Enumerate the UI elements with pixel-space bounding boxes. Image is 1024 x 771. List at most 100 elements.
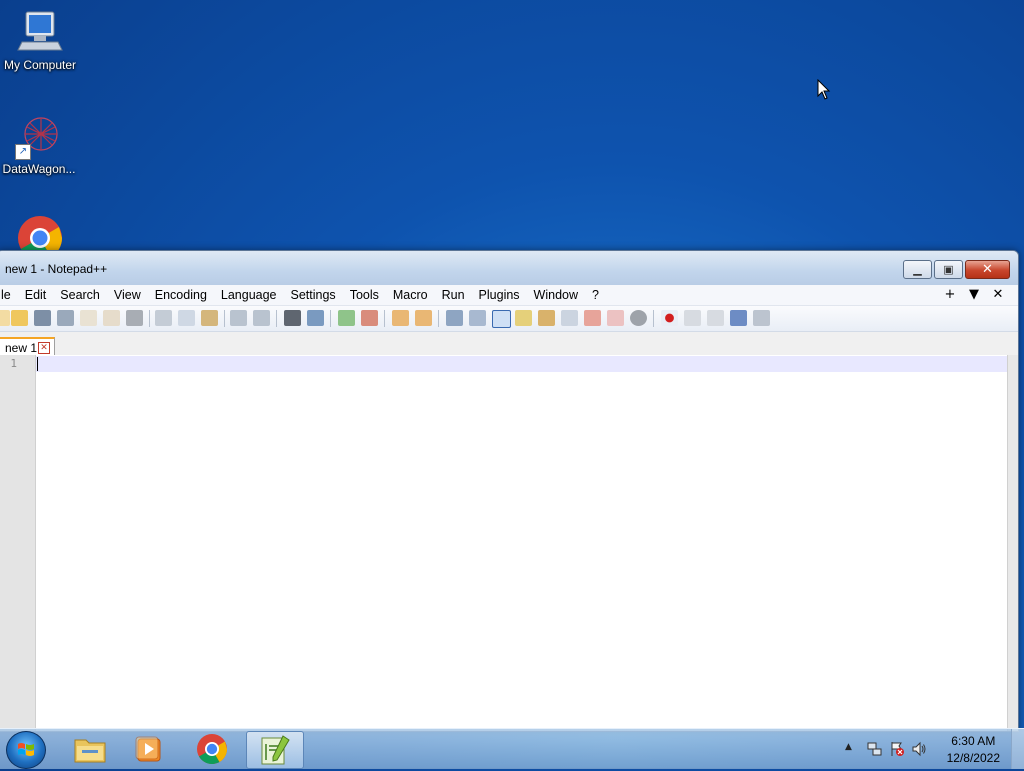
folder-workspace-icon[interactable] [607, 310, 624, 326]
menu-view[interactable]: View [107, 287, 148, 304]
sync-vertical-icon[interactable] [392, 310, 409, 326]
shortcut-arrow-icon: ↗ [15, 144, 31, 160]
stop-macro-icon[interactable] [684, 310, 701, 326]
mouse-cursor [817, 78, 831, 100]
text-editor[interactable]: 1 [0, 355, 1008, 731]
menu-tools[interactable]: Tools [343, 287, 386, 304]
cut-icon[interactable] [155, 310, 172, 326]
tab-list-button[interactable]: ▼ [962, 286, 986, 304]
save-all-icon[interactable] [57, 310, 74, 326]
save-macro-icon[interactable] [753, 310, 770, 326]
notepadpp-window: new 1 - Notepad++ ▁ ▣ ✕ le Edit Search V… [0, 250, 1019, 732]
menu-macro[interactable]: Macro [386, 287, 435, 304]
copy-icon[interactable] [178, 310, 195, 326]
toolbar-separator [149, 310, 150, 327]
zoom-out-icon[interactable] [361, 310, 378, 326]
line-number: 1 [10, 357, 17, 370]
taskbar-file-explorer[interactable] [62, 731, 118, 767]
menu-encoding[interactable]: Encoding [148, 287, 214, 304]
desktop-icon-my-computer[interactable]: My Computer [0, 8, 80, 72]
taskbar-notepadpp[interactable] [246, 731, 304, 769]
taskbar-chrome[interactable] [184, 731, 240, 767]
show-all-chars-icon[interactable] [469, 310, 486, 326]
windows-logo-icon [18, 743, 34, 756]
toolbar [0, 306, 1018, 332]
find-icon[interactable] [284, 310, 301, 326]
menu-run[interactable]: Run [435, 287, 472, 304]
redo-icon[interactable] [253, 310, 270, 326]
show-desktop-button[interactable] [1011, 729, 1024, 769]
open-file-icon[interactable] [11, 310, 28, 326]
doc-map-icon[interactable] [538, 310, 555, 326]
chrome-icon [197, 734, 227, 765]
indent-guide-icon[interactable] [492, 310, 511, 328]
restore-icon: ▣ [943, 263, 954, 276]
menu-help[interactable]: ? [585, 287, 606, 304]
print-icon[interactable] [126, 310, 143, 326]
minimize-button[interactable]: ▁ [903, 260, 932, 279]
close-doc-button[interactable]: ✕ [986, 286, 1010, 304]
taskbar: ▲ 6:30 AM 12/8/2022 [0, 728, 1024, 769]
tab-bar: new 1 ✕ [0, 332, 1018, 358]
menu-window[interactable]: Window [527, 287, 585, 304]
udl-icon[interactable] [515, 310, 532, 326]
clock-time: 6:30 AM [951, 734, 996, 748]
run-macro-multiple-icon[interactable] [730, 310, 747, 326]
window-titlebar[interactable]: new 1 - Notepad++ ▁ ▣ ✕ [0, 251, 1018, 285]
menu-language[interactable]: Language [214, 287, 284, 304]
menu-settings[interactable]: Settings [284, 287, 343, 304]
toolbar-separator [384, 310, 385, 327]
datawagon-icon: ↗ [15, 112, 63, 160]
menu-plugins[interactable]: Plugins [472, 287, 527, 304]
desktop-icon-label: DataWagon... [2, 162, 76, 176]
taskbar-media-player[interactable] [122, 731, 178, 767]
save-icon[interactable] [34, 310, 51, 326]
folder-icon [74, 739, 106, 763]
desktop-icon-label: My Computer [3, 58, 77, 72]
menu-file[interactable]: le [0, 287, 18, 304]
close-icon: ✕ [982, 262, 993, 277]
action-center-flag-icon[interactable] [889, 741, 905, 757]
add-tab-button[interactable]: + [938, 286, 962, 304]
undo-icon[interactable] [230, 310, 247, 326]
function-list-icon[interactable] [584, 310, 601, 326]
close-button[interactable]: ✕ [965, 260, 1010, 279]
current-line-highlight [36, 356, 1008, 372]
sync-horizontal-icon[interactable] [415, 310, 432, 326]
doc-list-icon[interactable] [561, 310, 578, 326]
menu-edit[interactable]: Edit [18, 287, 54, 304]
toolbar-separator [330, 310, 331, 327]
vertical-scrollbar[interactable] [1007, 355, 1018, 731]
maximize-button[interactable]: ▣ [934, 260, 963, 279]
replace-icon[interactable] [307, 310, 324, 326]
system-tray: ▲ 6:30 AM 12/8/2022 [839, 729, 1024, 769]
desktop-icon-datawagon[interactable]: ↗ DataWagon... [0, 112, 79, 176]
media-player-icon [135, 736, 161, 762]
toolbar-separator [653, 310, 654, 327]
toolbar-separator [438, 310, 439, 327]
notepadpp-icon [261, 735, 290, 765]
computer-icon [16, 8, 64, 56]
window-title: new 1 - Notepad++ [5, 262, 108, 276]
volume-icon[interactable] [911, 741, 927, 757]
clock-date: 12/8/2022 [946, 751, 1000, 765]
menu-search[interactable]: Search [53, 287, 107, 304]
new-file-icon[interactable] [0, 310, 10, 326]
play-macro-icon[interactable] [707, 310, 724, 326]
monitoring-icon[interactable] [630, 310, 647, 326]
window-controls: ▁ ▣ ✕ [901, 260, 1010, 279]
close-file-icon[interactable] [80, 310, 97, 326]
toolbar-separator [224, 310, 225, 327]
network-icon[interactable] [867, 741, 883, 757]
taskbar-clock[interactable]: 6:30 AM 12/8/2022 [947, 733, 1000, 767]
show-hidden-icons-icon[interactable]: ▲ [845, 742, 852, 752]
close-all-icon[interactable] [103, 310, 120, 326]
start-button[interactable] [6, 731, 46, 769]
word-wrap-icon[interactable] [446, 310, 463, 326]
text-caret [37, 357, 38, 371]
tab-label: new 1 [5, 341, 38, 355]
tab-close-icon[interactable]: ✕ [38, 342, 50, 354]
paste-icon[interactable] [201, 310, 218, 326]
record-macro-icon[interactable] [661, 310, 678, 326]
zoom-in-icon[interactable] [338, 310, 355, 326]
